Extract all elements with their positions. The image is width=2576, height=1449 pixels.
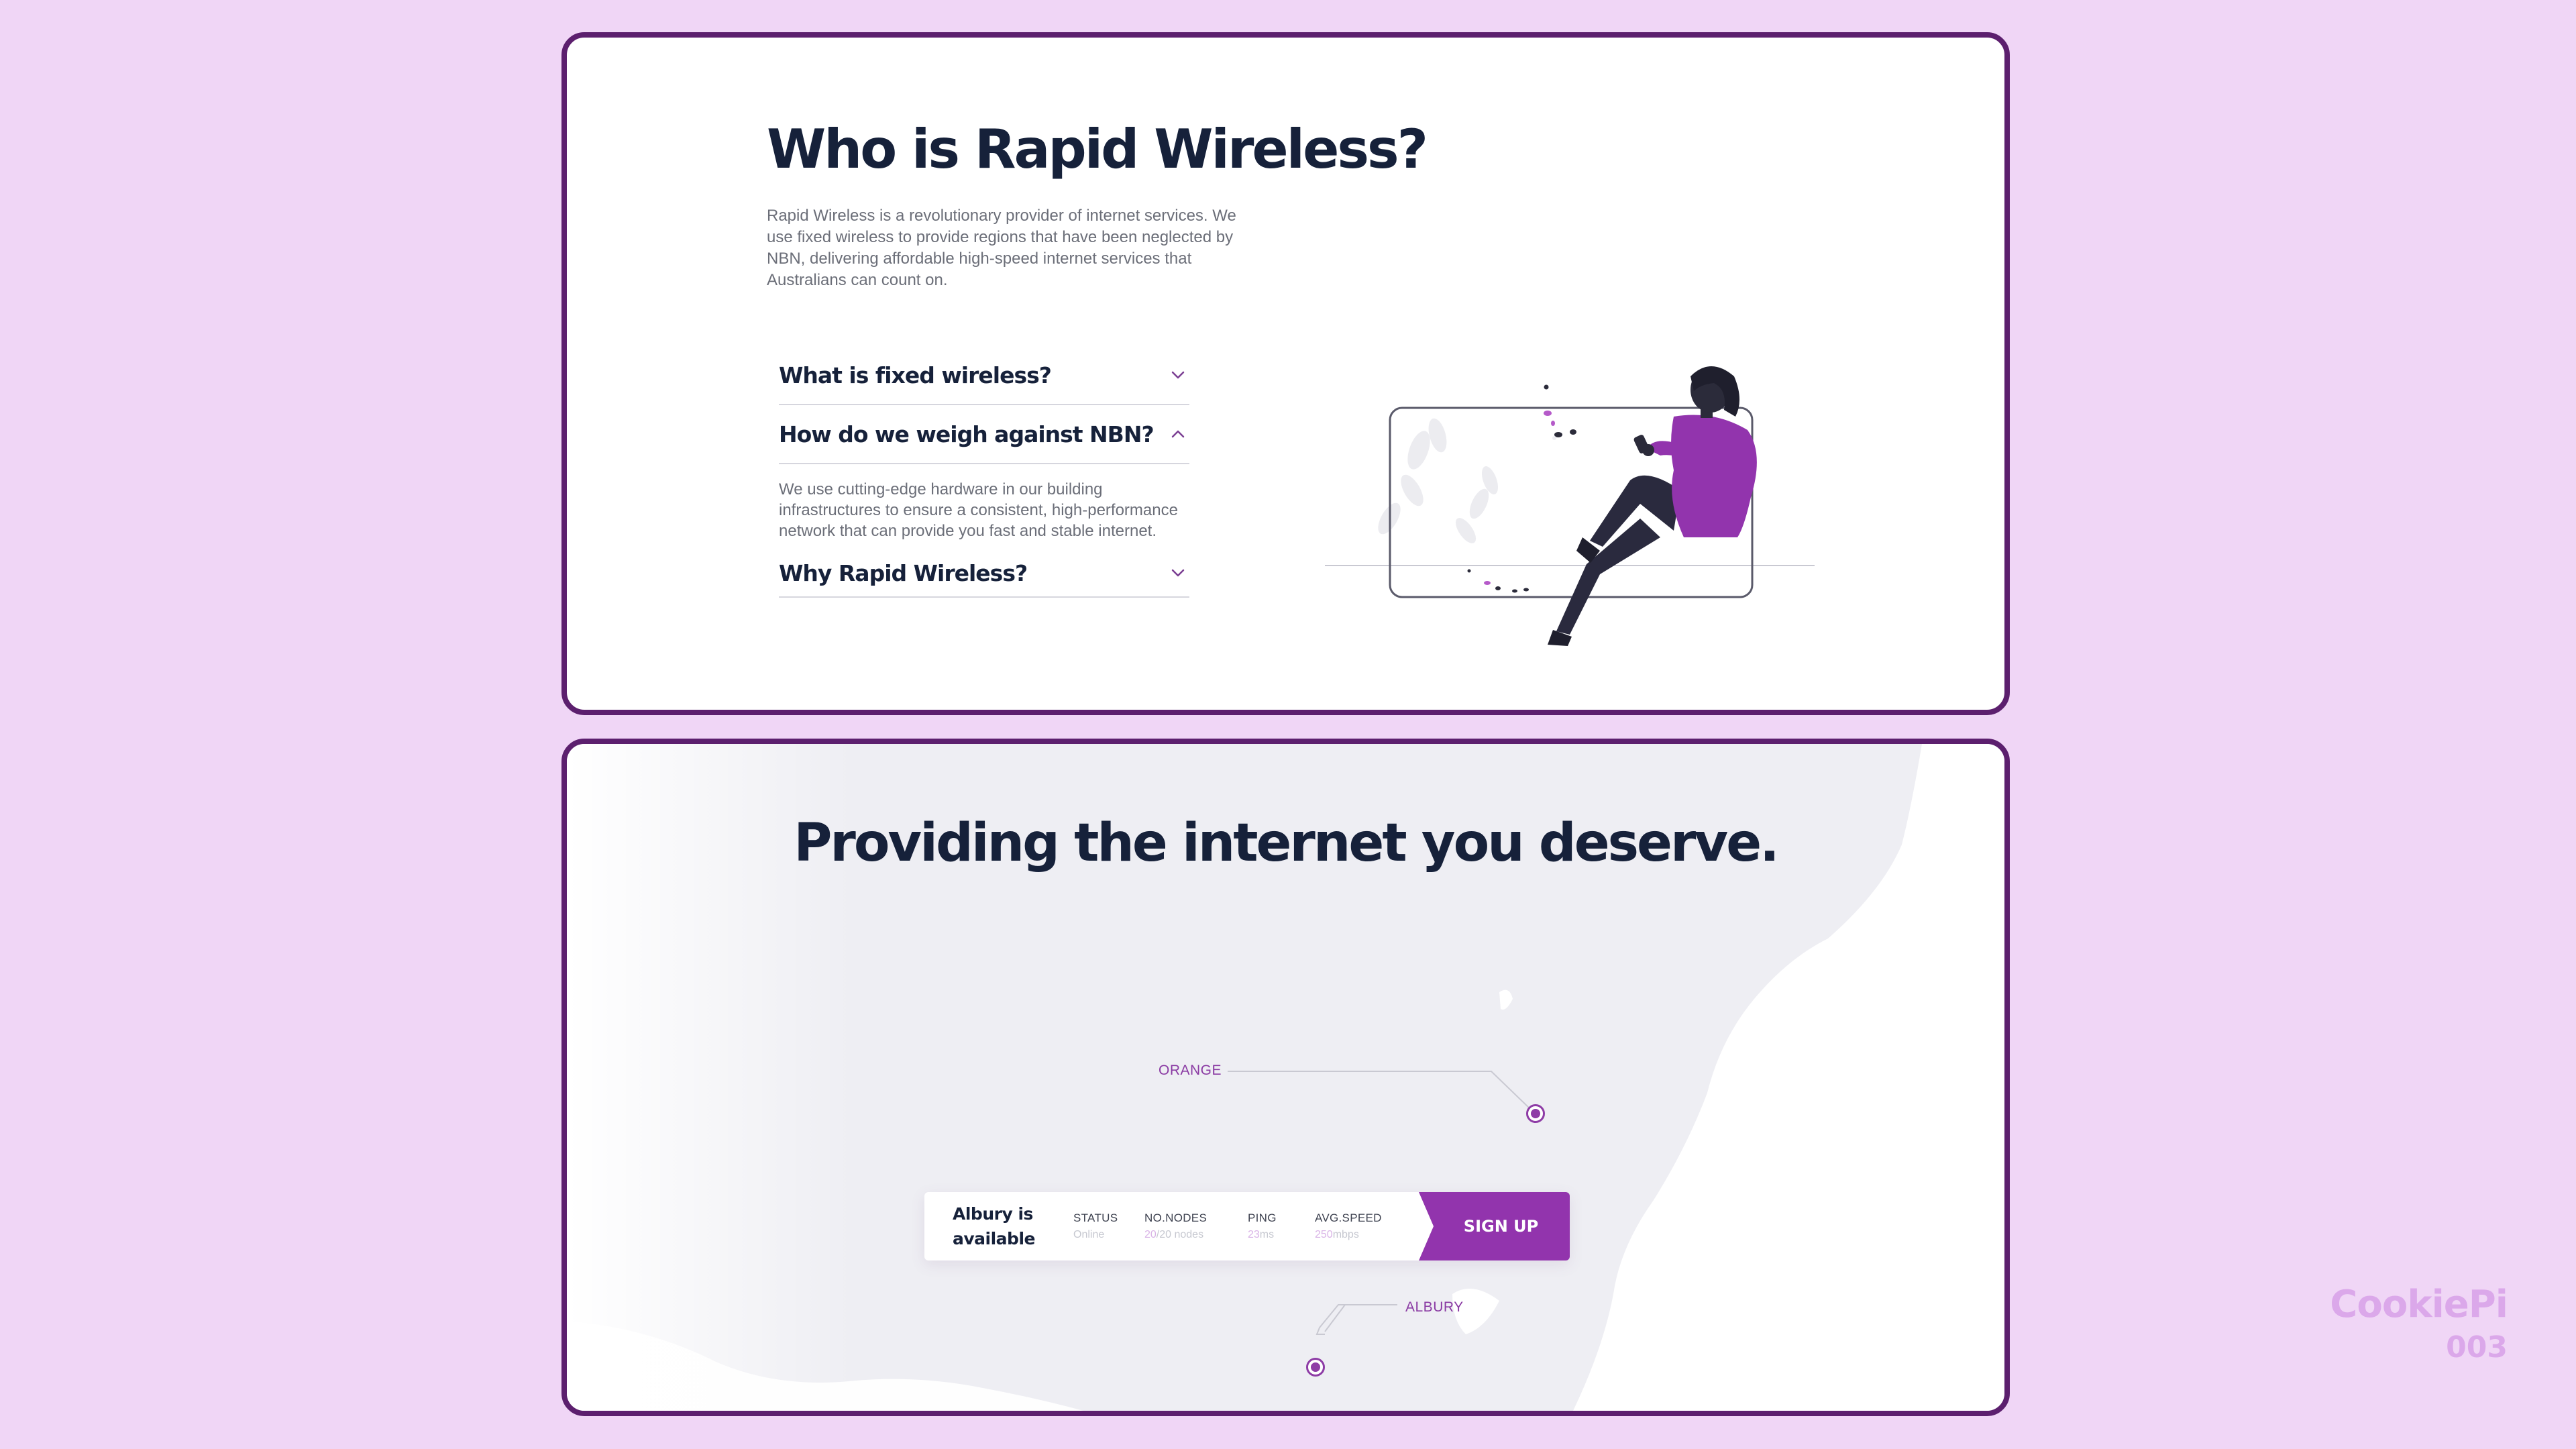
chevron-down-icon[interactable]: [1167, 561, 1189, 584]
stat-value-highlight: 20: [1144, 1229, 1157, 1240]
person-window-illustration: [1325, 336, 1835, 675]
faq-question: What is fixed wireless?: [779, 362, 1052, 388]
stat-status: STATUS Online: [1073, 1212, 1140, 1241]
stat-value-rest: ms: [1259, 1229, 1275, 1240]
brand-name: CookiePi: [2330, 1283, 2508, 1326]
faq-accordion: What is fixed wireless? How do we weigh …: [779, 346, 1189, 598]
stat-speed: AVG.SPEED 250mbps: [1315, 1212, 1382, 1241]
stat-value: Online: [1073, 1229, 1140, 1241]
stat-value: 250mbps: [1315, 1229, 1382, 1241]
faq-toggle-vs-nbn[interactable]: How do we weigh against NBN?: [779, 405, 1189, 464]
faq-item-vs-nbn: How do we weigh against NBN? We use cutt…: [779, 405, 1189, 541]
availability-bar: Albury is available STATUS Online NO.NOD…: [924, 1192, 1570, 1260]
faq-question: How do we weigh against NBN?: [779, 421, 1155, 447]
stat-value-rest: mbps: [1332, 1229, 1359, 1240]
stat-label: NO.NODES: [1144, 1212, 1208, 1224]
coverage-card: Providing the internet you deserve. ORAN…: [561, 739, 2010, 1416]
chevron-down-icon[interactable]: [1167, 364, 1189, 386]
faq-item-fixed-wireless: What is fixed wireless?: [779, 346, 1189, 405]
stat-nodes: NO.NODES 20/20 nodes: [1144, 1212, 1245, 1241]
about-card: Who is Rapid Wireless? Rapid Wireless is…: [561, 32, 2010, 715]
location-pin-icon[interactable]: [1306, 1358, 1325, 1377]
brand-number: 003: [2446, 1330, 2508, 1364]
faq-answer: We use cutting-edge hardware in our buil…: [779, 480, 1178, 540]
stat-value-highlight: 23: [1248, 1229, 1260, 1240]
stat-value: 23ms: [1248, 1229, 1315, 1241]
stat-value-rest: /20 nodes: [1156, 1229, 1204, 1240]
availability-headline: Albury is available: [953, 1204, 1035, 1248]
faq-toggle-why-rapid[interactable]: Why Rapid Wireless?: [779, 549, 1189, 596]
stat-value-highlight: 250: [1315, 1229, 1333, 1240]
stat-ping: PING 23ms: [1248, 1212, 1315, 1241]
brand-watermark: CookiePi 003: [2330, 1283, 2508, 1364]
faq-toggle-fixed-wireless[interactable]: What is fixed wireless?: [779, 346, 1189, 404]
location-pin-icon[interactable]: [1526, 1104, 1545, 1123]
stat-label: STATUS: [1073, 1212, 1118, 1224]
stat-value: 20/20 nodes: [1144, 1229, 1245, 1241]
about-title: Who is Rapid Wireless?: [767, 118, 1428, 180]
coverage-title: Providing the internet you deserve.: [794, 813, 1780, 873]
chevron-up-icon[interactable]: [1167, 423, 1189, 445]
city-label-albury: ALBURY: [1405, 1299, 1464, 1315]
faq-item-why-rapid: Why Rapid Wireless?: [779, 549, 1189, 598]
city-label-orange: ORANGE: [1159, 1063, 1222, 1078]
faq-question: Why Rapid Wireless?: [779, 559, 1028, 586]
about-intro: Rapid Wireless is a revolutionary provid…: [767, 207, 1236, 289]
pin-dot: [1531, 1109, 1540, 1118]
pin-dot: [1311, 1362, 1320, 1372]
stat-value-rest: Online: [1073, 1229, 1105, 1240]
stat-label: AVG.SPEED: [1315, 1212, 1382, 1224]
sign-up-button[interactable]: SIGN UP: [1419, 1192, 1570, 1260]
stat-label: PING: [1248, 1212, 1277, 1224]
